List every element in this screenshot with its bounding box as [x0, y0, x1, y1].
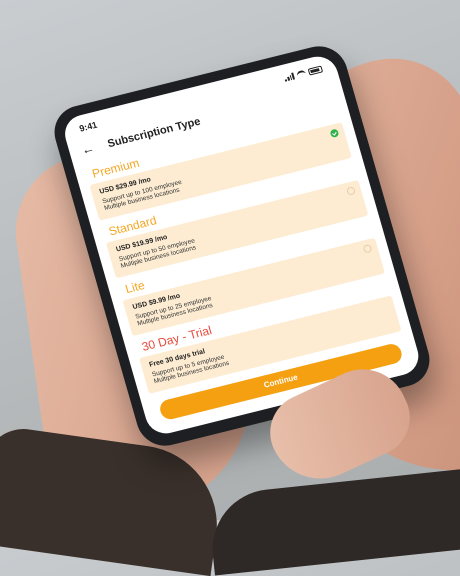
back-arrow-icon[interactable]: ←: [79, 140, 96, 158]
sleeve: [206, 464, 460, 576]
